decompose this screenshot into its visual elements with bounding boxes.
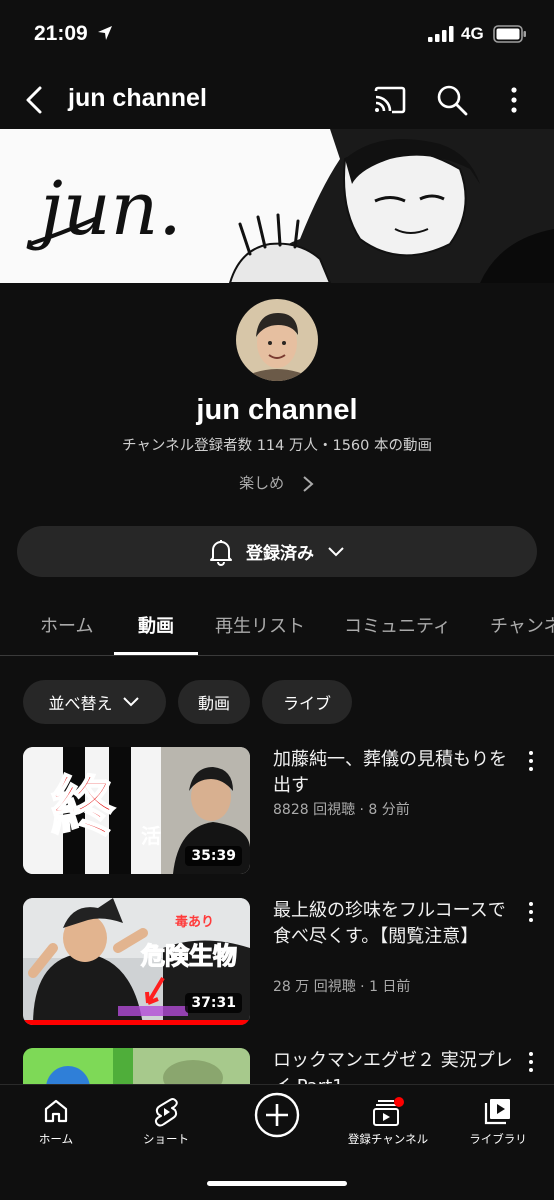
video-item[interactable]: 終 活 35:39 加藤純一、葬儀の見積もりを出す 8828 回視聴 · 8 分… <box>0 747 554 877</box>
top-app-bar: jun channel <box>0 72 554 128</box>
video-item[interactable]: ロックマンエグゼ２ 実況プレイ Part1 <box>0 1048 554 1084</box>
tab-community[interactable]: コミュニティ <box>344 612 451 638</box>
signal-icon <box>428 26 454 42</box>
channel-stats: チャンネル登録者数 114 万人・1560 本の動画 <box>122 438 432 454</box>
chevron-right-icon <box>303 475 314 492</box>
video-thumbnail[interactable]: 毒あり 危険生物 37:31 <box>23 898 250 1025</box>
video-more-icon[interactable] <box>524 749 538 773</box>
back-arrow-icon[interactable] <box>18 80 52 120</box>
banner-illustration <box>228 129 554 283</box>
status-time: 21:09 <box>34 22 88 45</box>
channel-tagline-text: 楽しめ <box>239 474 285 492</box>
chevron-down-icon <box>328 546 344 556</box>
video-title[interactable]: ロックマンエグゼ２ 実況プレイ Part1 <box>273 1048 513 1084</box>
filter-chip-live[interactable]: ライブ <box>262 680 352 724</box>
video-item[interactable]: 毒あり 危険生物 37:31 最上級の珍味をフルコースで食べ尽くす。【閲覧注意】… <box>0 898 554 1028</box>
library-icon <box>484 1099 510 1125</box>
nav-library-label: ライブラリ <box>469 1132 527 1146</box>
shorts-icon <box>154 1098 178 1127</box>
more-vert-icon[interactable] <box>500 82 528 118</box>
nav-home[interactable]: ホーム <box>20 1085 92 1155</box>
filter-chip-label: 動画 <box>197 694 230 713</box>
battery-icon <box>493 25 526 43</box>
video-meta: 8828 回視聴 · 8 分前 <box>273 802 410 818</box>
subscribed-label: 登録済み <box>246 544 314 564</box>
channel-tabs: ホーム 動画 再生リスト コミュニティ チャンネ <box>0 598 554 656</box>
page-title: jun channel <box>68 84 207 112</box>
thumbnail-text: 危険生物 <box>141 942 237 970</box>
video-more-icon[interactable] <box>524 900 538 924</box>
channel-avatar[interactable] <box>236 299 318 381</box>
home-icon <box>44 1099 68 1123</box>
active-tab-indicator <box>114 652 198 655</box>
channel-name: jun channel <box>196 394 358 426</box>
chevron-down-icon <box>122 697 139 707</box>
filter-chip-label: ライブ <box>282 694 331 713</box>
tab-home[interactable]: ホーム <box>40 612 93 638</box>
video-thumbnail[interactable]: 終 活 35:39 <box>23 747 250 874</box>
tab-videos[interactable]: 動画 <box>138 612 174 638</box>
channel-banner: jun. <box>0 129 554 283</box>
video-meta: 28 万 回視聴 · 1 日前 <box>273 979 411 995</box>
subscriptions-icon <box>373 1097 404 1126</box>
cast-icon[interactable] <box>372 82 408 118</box>
channel-tagline[interactable]: 楽しめ <box>0 472 554 494</box>
video-duration: 37:31 <box>185 993 242 1013</box>
thumbnail-subtext: 活 <box>141 824 161 848</box>
video-title[interactable]: 最上級の珍味をフルコースで食べ尽くす。【閲覧注意】 <box>273 898 513 950</box>
subscribed-button[interactable]: 登録済み <box>17 526 537 577</box>
search-icon[interactable] <box>434 82 470 118</box>
nav-create[interactable] <box>245 1085 309 1155</box>
tab-playlists[interactable]: 再生リスト <box>215 612 305 638</box>
nav-library[interactable]: ライブラリ <box>462 1085 534 1155</box>
nav-subscriptions[interactable]: 登録チャンネル <box>340 1085 436 1155</box>
status-bar: 21:09 4G <box>0 0 554 72</box>
video-title[interactable]: 加藤純一、葬儀の見積もりを出す <box>273 747 513 799</box>
nav-shorts-label: ショート <box>143 1132 189 1146</box>
banner-artwork: jun. <box>26 129 554 283</box>
tab-channels[interactable]: チャンネ <box>490 612 554 638</box>
bell-icon <box>210 539 232 566</box>
video-thumbnail[interactable] <box>23 1048 250 1084</box>
home-indicator <box>207 1181 347 1186</box>
thumbnail-text: 終 <box>51 770 115 845</box>
nav-home-label: ホーム <box>38 1132 74 1146</box>
nav-shorts[interactable]: ショート <box>128 1085 204 1155</box>
nav-subscriptions-label: 登録チャンネル <box>347 1132 429 1146</box>
video-duration: 35:39 <box>185 846 242 866</box>
thumbnail-subtext: 毒あり <box>175 914 214 930</box>
create-icon <box>254 1092 300 1138</box>
video-more-icon[interactable] <box>524 1050 538 1074</box>
sort-chip-label: 並べ替え <box>48 694 113 713</box>
network-type: 4G <box>461 24 484 43</box>
location-arrow-icon <box>98 26 112 40</box>
sort-chip[interactable]: 並べ替え <box>23 680 166 724</box>
filter-chip-videos[interactable]: 動画 <box>178 680 250 724</box>
